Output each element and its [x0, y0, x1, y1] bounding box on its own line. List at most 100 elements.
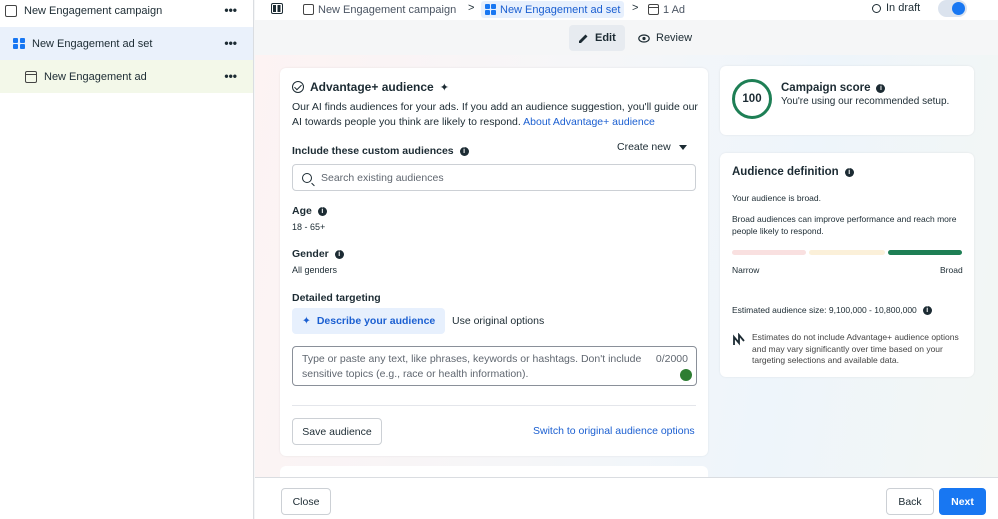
- ad-icon: [25, 70, 37, 83]
- review-mode-label: Review: [656, 32, 693, 44]
- search-audiences-field[interactable]: [292, 164, 696, 191]
- section-title-text: Advantage+ audience: [310, 80, 434, 94]
- estimated-audience-size: Estimated audience size: 9,100,000 - 10,…: [732, 305, 932, 315]
- section-description: Our AI finds audiences for your ads. If …: [292, 100, 700, 130]
- breadcrumb-label: New Engagement campaign: [318, 3, 457, 16]
- score-title: Campaign score i: [781, 82, 886, 94]
- draft-status-icon: [872, 3, 881, 13]
- estimate-note: Estimates do not include Advantage+ audi…: [752, 332, 959, 365]
- score-gauge: 100: [732, 79, 772, 119]
- bottom-bar: Close Back Next: [255, 477, 998, 519]
- more-options-icon[interactable]: •••: [224, 69, 237, 83]
- info-icon[interactable]: i: [317, 206, 327, 216]
- panel-icon: [271, 3, 283, 14]
- audience-breadth-meter: [732, 250, 962, 256]
- gender-label-text: Gender: [292, 248, 329, 260]
- textarea-placeholder: Type or paste any text, like phrases, ke…: [302, 353, 642, 380]
- breadcrumb-adset[interactable]: New Engagement ad set: [481, 1, 625, 18]
- sidebar-item-label: New Engagement campaign: [24, 4, 163, 17]
- about-advantage-link[interactable]: About Advantage+ audience: [523, 116, 655, 128]
- pencil-icon: [579, 34, 588, 43]
- check-circle-icon: [292, 81, 304, 93]
- audience-broad-text: Your audience is broad.: [732, 193, 822, 203]
- info-icon[interactable]: i: [876, 83, 886, 93]
- score-subtitle: You're using our recommended setup.: [781, 96, 950, 107]
- meter-segment-mid: [809, 250, 885, 255]
- divider: [292, 405, 696, 406]
- info-icon[interactable]: i: [334, 249, 344, 259]
- audience-description-textarea[interactable]: Type or paste any text, like phrases, ke…: [292, 346, 697, 386]
- meter-broad-label: Broad: [940, 265, 963, 275]
- meter-segment-broad: [888, 250, 962, 255]
- edit-mode-label: Edit: [595, 32, 616, 44]
- review-mode-button[interactable]: Review: [629, 25, 701, 51]
- age-label: Age i: [292, 205, 327, 217]
- audience-explain-text: Broad audiences can improve performance …: [732, 214, 957, 236]
- adset-icon: [13, 37, 25, 50]
- gender-value: All genders: [292, 265, 338, 275]
- edit-mode-button[interactable]: Edit: [569, 25, 625, 51]
- breadcrumb-label: 1 Ad: [663, 3, 686, 16]
- grammar-assist-icon[interactable]: [680, 369, 692, 381]
- eye-icon: [638, 33, 650, 43]
- toggle-panel-button[interactable]: [268, 0, 286, 17]
- back-button[interactable]: Back: [886, 488, 934, 515]
- create-new-dropdown[interactable]: Create new: [617, 141, 687, 153]
- breadcrumb-ad[interactable]: 1 Ad: [648, 1, 685, 18]
- custom-audiences-label: Include these custom audiences i: [292, 145, 469, 157]
- sidebar-item-label: New Engagement ad: [44, 70, 147, 83]
- custom-audiences-text: Include these custom audiences: [292, 145, 454, 157]
- sparkle-icon: ✦: [302, 315, 311, 327]
- use-original-options-button[interactable]: Use original options: [442, 308, 554, 334]
- breadcrumb-campaign[interactable]: New Engagement campaign: [303, 1, 456, 18]
- character-count: 0/2000: [655, 353, 688, 365]
- info-icon[interactable]: i: [844, 167, 854, 177]
- sidebar-item-ad[interactable]: New Engagement ad •••: [0, 60, 253, 93]
- gender-label: Gender i: [292, 248, 344, 260]
- score-value: 100: [742, 93, 762, 105]
- breadcrumb-separator: >: [632, 2, 639, 14]
- meter-segment-narrow: [732, 250, 806, 255]
- create-new-label: Create new: [617, 141, 671, 153]
- draft-status-label: In draft: [886, 2, 921, 14]
- age-value: 18 - 65+: [292, 222, 326, 232]
- describe-audience-button[interactable]: ✦ Describe your audience: [292, 308, 446, 334]
- next-button[interactable]: Next: [939, 488, 986, 515]
- score-title-text: Campaign score: [781, 82, 871, 94]
- more-options-icon[interactable]: •••: [224, 36, 237, 50]
- search-audiences-input[interactable]: [321, 171, 681, 184]
- sidebar: New Engagement campaign ••• New Engageme…: [0, 0, 254, 519]
- estimated-audience-text: Estimated audience size: 9,100,000 - 10,…: [732, 305, 917, 315]
- detailed-targeting-label: Detailed targeting: [292, 292, 381, 304]
- audience-definition-card: Audience definition i Your audience is b…: [720, 153, 974, 377]
- describe-audience-label: Describe your audience: [316, 315, 436, 327]
- campaign-score-card: 100 Campaign score i You're using our re…: [720, 66, 974, 135]
- age-label-text: Age: [292, 205, 312, 217]
- info-icon[interactable]: i: [922, 305, 932, 315]
- audience-definition-title: Audience definition i: [732, 166, 854, 178]
- ad-icon: [648, 4, 659, 15]
- sparkle-icon: ✦: [439, 81, 449, 94]
- top-bar: New Engagement campaign > New Engagement…: [255, 0, 998, 20]
- more-options-icon[interactable]: •••: [224, 3, 237, 17]
- sidebar-item-campaign[interactable]: New Engagement campaign •••: [0, 0, 253, 27]
- adset-icon: [485, 4, 496, 15]
- draft-status: In draft: [872, 2, 920, 14]
- advantage-audience-card: Advantage+ audience ✦ Our AI finds audie…: [280, 68, 708, 456]
- estimate-chart-icon: [733, 333, 745, 346]
- section-title: Advantage+ audience ✦: [292, 80, 449, 94]
- publish-toggle[interactable]: [938, 0, 967, 17]
- close-button[interactable]: Close: [281, 488, 331, 515]
- info-icon[interactable]: i: [459, 146, 469, 156]
- search-icon: [302, 172, 312, 183]
- sidebar-item-label: New Engagement ad set: [32, 37, 153, 50]
- breadcrumb-separator: >: [468, 2, 475, 14]
- save-audience-button[interactable]: Save audience: [292, 418, 382, 445]
- audience-definition-title-text: Audience definition: [732, 166, 839, 178]
- campaign-icon: [303, 4, 314, 15]
- meter-narrow-label: Narrow: [732, 265, 760, 275]
- breadcrumb-label: New Engagement ad set: [500, 3, 621, 16]
- switch-original-link[interactable]: Switch to original audience options: [533, 425, 695, 437]
- sidebar-item-adset[interactable]: New Engagement ad set •••: [0, 27, 253, 60]
- campaign-icon: [5, 4, 17, 17]
